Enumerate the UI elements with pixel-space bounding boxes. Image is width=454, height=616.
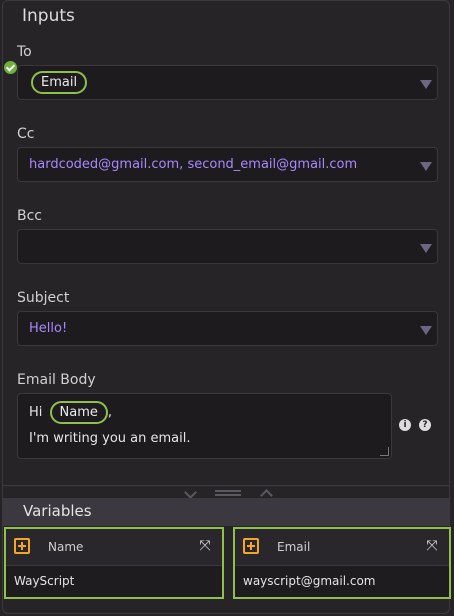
- help-icon[interactable]: ?: [419, 419, 431, 431]
- variable-card-header: Name ⤧: [6, 529, 222, 566]
- dropdown-caret-icon[interactable]: [420, 326, 432, 335]
- email-body-line-1: Hi Name,: [29, 401, 112, 424]
- cc-value: hardcoded@gmail.com, second_email@gmail.…: [29, 157, 358, 172]
- check-circle-icon: [4, 61, 17, 74]
- subject-field[interactable]: Hello!: [17, 311, 438, 346]
- subject-value: Hello!: [29, 321, 68, 336]
- variable-card-name[interactable]: Name ⤧ WayScript: [4, 527, 224, 599]
- variable-card-email[interactable]: Email ⤧ wayscript@gmail.com: [233, 527, 451, 599]
- variable-name: Name: [48, 540, 84, 554]
- plus-square-icon[interactable]: [243, 538, 259, 554]
- cc-label: Cc: [17, 126, 35, 142]
- expand-icon[interactable]: ⤧: [425, 539, 439, 553]
- to-field[interactable]: Email: [17, 65, 438, 100]
- bcc-field[interactable]: [17, 229, 438, 264]
- cc-field[interactable]: hardcoded@gmail.com, second_email@gmail.…: [17, 147, 438, 182]
- expand-icon[interactable]: ⤧: [198, 539, 212, 553]
- variables-header: Variables: [3, 498, 450, 526]
- to-label: To: [17, 44, 32, 60]
- variable-value: WayScript: [14, 574, 75, 588]
- variables-title: Variables: [23, 502, 92, 520]
- drag-handle-icon[interactable]: [215, 490, 241, 496]
- email-body-name-chip[interactable]: Name: [49, 401, 108, 424]
- resize-handle-icon[interactable]: [380, 447, 389, 456]
- inputs-title: Inputs: [22, 6, 75, 26]
- dropdown-caret-icon[interactable]: [420, 80, 432, 89]
- bcc-label: Bcc: [17, 208, 42, 224]
- variable-card-header: Email ⤧: [235, 529, 449, 566]
- subject-label: Subject: [17, 290, 70, 306]
- email-body-textarea[interactable]: Hi Name, I'm writing you an email.: [17, 393, 392, 459]
- email-body-line-2: I'm writing you an email.: [29, 431, 191, 446]
- variable-value: wayscript@gmail.com: [243, 574, 376, 588]
- to-email-chip[interactable]: Email: [31, 71, 88, 94]
- dropdown-caret-icon[interactable]: [420, 244, 432, 253]
- email-body-prefix: Hi: [29, 405, 43, 420]
- email-body-label: Email Body: [17, 372, 96, 388]
- variable-name: Email: [277, 540, 311, 554]
- info-icon[interactable]: i: [399, 419, 411, 431]
- plus-square-icon[interactable]: [14, 538, 30, 554]
- dropdown-caret-icon[interactable]: [420, 162, 432, 171]
- email-body-suffix: ,: [107, 405, 113, 420]
